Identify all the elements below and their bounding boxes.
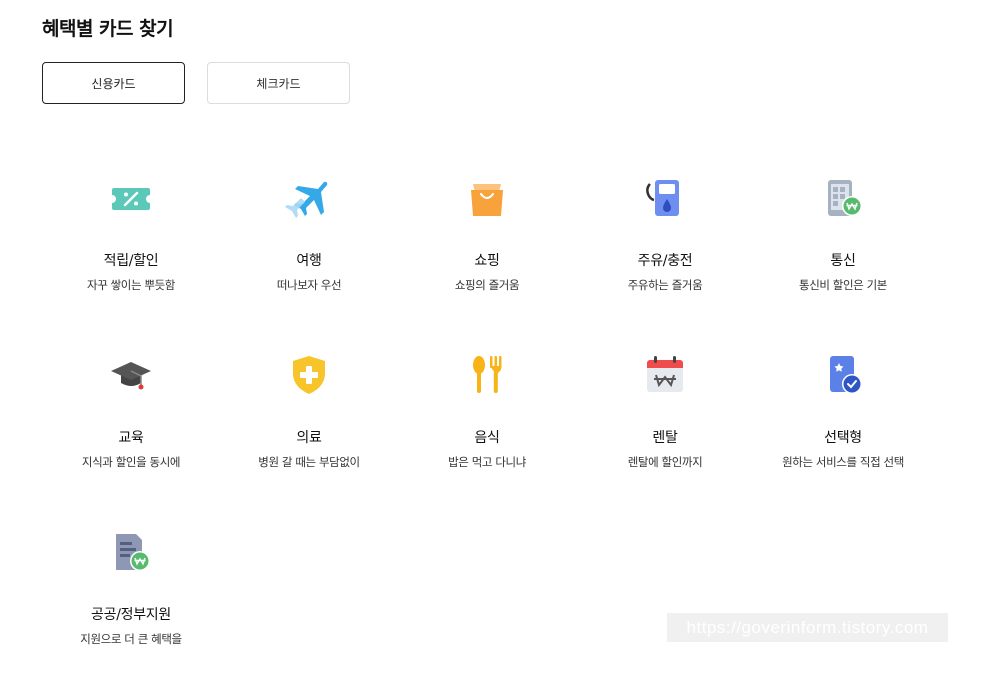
- category-telecom[interactable]: 통신 통신비 할인은 기본: [754, 150, 932, 310]
- category-name: 통신: [830, 253, 856, 269]
- category-name: 주유/충전: [637, 253, 693, 269]
- category-desc: 지식과 할인을 동시에: [81, 455, 181, 469]
- category-name: 여행: [296, 253, 322, 269]
- category-travel[interactable]: 여행 떠나보자 우선: [220, 150, 398, 310]
- category-desc: 쇼핑의 즐거움: [454, 278, 520, 292]
- graduation-cap-icon: [111, 362, 151, 390]
- category-desc: 통신비 할인은 기본: [799, 278, 887, 292]
- category-desc: 렌탈에 할인까지: [627, 455, 703, 469]
- category-desc: 주유하는 즐거움: [627, 278, 703, 292]
- category-points-discount[interactable]: 적립/할인 자꾸 쌓이는 뿌듯함: [42, 150, 220, 310]
- category-name: 쇼핑: [474, 253, 500, 269]
- watermark: https://goverinform.tistory.com: [667, 613, 948, 642]
- category-name: 공공/정부지원: [91, 607, 171, 623]
- category-education[interactable]: 교육 지식과 할인을 동시에: [42, 327, 220, 487]
- category-fuel-charging[interactable]: 주유/충전 주유하는 즐거움: [576, 150, 754, 310]
- category-selectable[interactable]: 선택형 원하는 서비스를 직접 선택: [754, 327, 932, 487]
- category-desc: 자꾸 쌓이는 뿌듯함: [87, 278, 175, 292]
- medical-shield-icon: [293, 356, 325, 394]
- bookmark-check-icon: [830, 356, 862, 394]
- category-shopping[interactable]: 쇼핑 쇼핑의 즐거움: [398, 150, 576, 310]
- category-name: 선택형: [824, 430, 862, 446]
- category-name: 의료: [296, 430, 322, 446]
- category-public-government[interactable]: 공공/정부지원 지원으로 더 큰 혜택을: [42, 504, 220, 664]
- category-desc: 병원 갈 때는 부담없이: [258, 455, 360, 469]
- category-medical[interactable]: 의료 병원 갈 때는 부담없이: [220, 327, 398, 487]
- tab-credit-card[interactable]: 신용카드: [42, 62, 185, 104]
- document-won-icon: [116, 534, 150, 571]
- shopping-bag-icon: [471, 184, 503, 216]
- category-rental[interactable]: 렌탈 렌탈에 할인까지: [576, 327, 754, 487]
- category-name: 렌탈: [652, 430, 678, 446]
- calendar-won-icon: [647, 356, 683, 392]
- category-name: 교육: [118, 430, 144, 446]
- tab-credit-card-label: 신용카드: [91, 76, 136, 91]
- fuel-pump-icon: [646, 180, 679, 216]
- category-name: 적립/할인: [103, 253, 159, 269]
- category-food[interactable]: 음식 밥은 먹고 다니냐: [398, 327, 576, 487]
- category-desc: 원하는 서비스를 직접 선택: [782, 455, 904, 469]
- tab-check-card[interactable]: 체크카드: [207, 62, 350, 104]
- spoon-fork-icon: [473, 356, 502, 393]
- category-desc: 밥은 먹고 다니냐: [448, 455, 526, 469]
- phone-won-icon: [828, 180, 862, 216]
- tab-check-card-label: 체크카드: [256, 76, 301, 91]
- coupon-icon: [112, 188, 150, 210]
- category-name: 음식: [474, 430, 500, 446]
- category-desc: 떠나보자 우선: [276, 278, 342, 292]
- category-desc: 지원으로 더 큰 혜택을: [80, 632, 182, 646]
- airplane-icon: [285, 181, 328, 218]
- page-title: 혜택별 카드 찾기: [42, 18, 174, 40]
